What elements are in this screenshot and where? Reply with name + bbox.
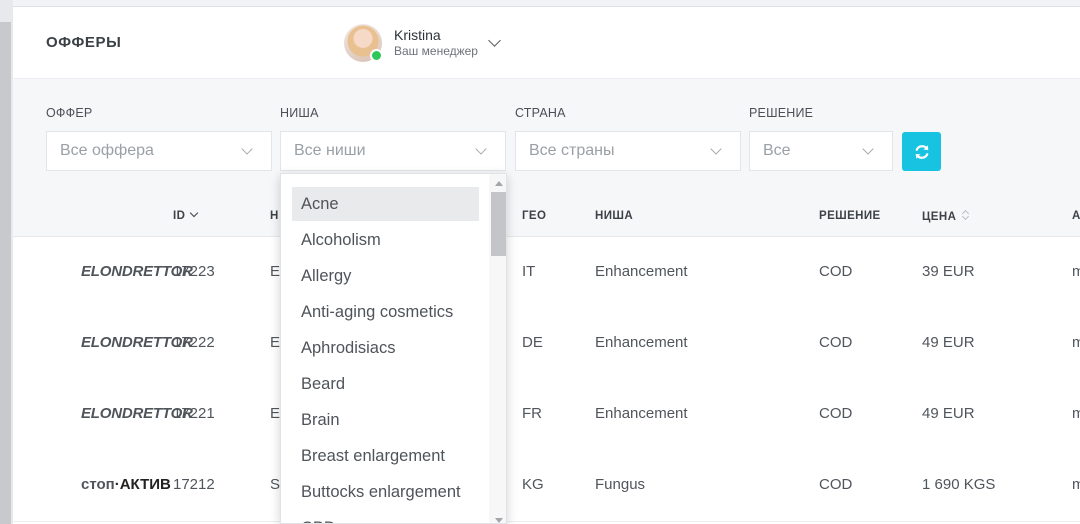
table-row[interactable]: ELONDRETTOR 17223 E IT Enhancement COD 3… (13, 237, 1080, 309)
manager-role: Ваш менеджер (394, 44, 478, 58)
scroll-down-icon[interactable] (495, 518, 503, 523)
offer-logo: стоп·АКТИВ (81, 476, 171, 493)
manager-info: Kristina Ваш менеджер (394, 27, 478, 59)
column-header-id[interactable]: ID (173, 208, 199, 222)
offer-logo: ELONDRETTOR (81, 263, 193, 280)
table-row[interactable]: стоп·АКТИВ 17212 S KG Fungus COD 1 690 K… (13, 450, 1080, 522)
offer-select-value: Все оффера (60, 142, 154, 159)
offer-decision: COD (819, 405, 853, 422)
offer-extra: m (1072, 405, 1080, 422)
offer-niche: Enhancement (595, 263, 688, 280)
dropdown-option[interactable]: Brain (292, 403, 479, 437)
offer-filter-label: ОФФЕР (46, 106, 93, 120)
offer-decision: COD (819, 476, 853, 493)
column-header-name[interactable]: Н (270, 210, 279, 222)
refresh-icon (915, 144, 928, 159)
column-header-price-label: ЦЕНА (922, 211, 957, 223)
offer-price: 39 EUR (922, 263, 975, 280)
offer-price: 1 690 KGS (922, 476, 996, 493)
manager-name: Kristina (394, 27, 441, 43)
dropdown-option[interactable]: Acne (292, 187, 479, 221)
offer-niche: Enhancement (595, 334, 688, 351)
table-header: ID Н ГЕО НИША РЕШЕНИЕ ЦЕНА А (13, 199, 1080, 237)
column-header-id-label: ID (173, 210, 186, 222)
table-row[interactable]: ELONDRETTOR 17222 E DE Enhancement COD 4… (13, 308, 1080, 380)
left-scrollbar-track[interactable] (0, 0, 13, 524)
niche-select[interactable]: Все ниши (280, 131, 506, 171)
offer-logo-part2: ·АКТИВ (114, 476, 171, 493)
offer-decision: COD (819, 334, 853, 351)
dropdown-option[interactable]: Breast enlargement (292, 439, 479, 473)
chevron-down-icon (862, 143, 874, 155)
offer-geo: KG (522, 476, 544, 493)
country-select[interactable]: Все страны (515, 131, 741, 171)
table-row[interactable]: ELONDRETTOR 17221 E FR Enhancement COD 4… (13, 379, 1080, 451)
top-border (0, 0, 1080, 7)
offer-niche: Fungus (595, 476, 646, 493)
niche-filter-label: НИША (280, 106, 319, 120)
offer-niche: Enhancement (595, 405, 688, 422)
offer-price: 49 EUR (922, 405, 975, 422)
refresh-button[interactable] (902, 132, 941, 171)
offer-geo: IT (522, 263, 536, 280)
offer-id: 17221 (173, 405, 215, 422)
page-header: ОФФЕРЫ Kristina Ваш менеджер (13, 7, 1080, 79)
decision-select-value: Все (763, 142, 791, 159)
offer-geo: FR (522, 405, 542, 422)
column-header-price[interactable]: ЦЕНА (922, 210, 970, 223)
dropdown-option[interactable]: Alcoholism (292, 223, 479, 257)
chevron-down-icon (475, 143, 487, 155)
offer-name[interactable]: E (270, 263, 280, 280)
column-header-decision[interactable]: РЕШЕНИЕ (819, 210, 881, 222)
offer-extra: m (1072, 263, 1080, 280)
offer-logo: ELONDRETTOR (81, 334, 193, 351)
scroll-up-icon[interactable] (495, 181, 503, 186)
dropdown-option[interactable]: CBD (292, 511, 479, 523)
offer-logo-part1: стоп (81, 476, 115, 493)
offer-select[interactable]: Все оффера (46, 131, 272, 171)
dropdown-option[interactable]: Anti-aging cosmetics (292, 295, 479, 329)
offer-name[interactable]: E (270, 334, 280, 351)
filters-bar: ОФФЕР Все оффера НИША Все ниши СТРАНА Вс… (13, 79, 1080, 199)
sort-icon (962, 210, 970, 220)
manager-menu[interactable]: Kristina Ваш менеджер (344, 23, 501, 63)
offer-logo: ELONDRETTOR (81, 405, 193, 422)
dropdown-scrollbar-thumb[interactable] (491, 192, 506, 256)
offer-geo: DE (522, 334, 543, 351)
offer-name[interactable]: S (270, 476, 280, 493)
column-header-extra[interactable]: А (1072, 210, 1080, 222)
decision-select[interactable]: Все (749, 131, 893, 171)
offer-id: 17223 (173, 263, 215, 280)
chevron-down-icon[interactable] (488, 33, 501, 47)
dropdown-option[interactable]: Allergy (292, 259, 479, 293)
country-select-value: Все страны (529, 142, 615, 159)
dropdown-option[interactable]: Beard (292, 367, 479, 401)
left-scrollbar-thumb[interactable] (0, 22, 11, 524)
offer-extra: m (1072, 476, 1080, 493)
dropdown-option[interactable]: Buttocks enlargement (292, 475, 479, 509)
offer-id: 17212 (173, 476, 215, 493)
offer-name[interactable]: E (270, 405, 280, 422)
decision-filter-label: РЕШЕНИЕ (749, 106, 814, 120)
offer-id: 17222 (173, 334, 215, 351)
online-status-icon (370, 49, 383, 62)
dropdown-option[interactable]: Aphrodisiacs (292, 331, 479, 365)
offer-extra: m (1072, 334, 1080, 351)
offer-price: 49 EUR (922, 334, 975, 351)
sort-desc-icon (190, 208, 199, 218)
page-title: ОФФЕРЫ (46, 34, 122, 51)
niche-dropdown-menu[interactable]: Acne Alcoholism Allergy Anti-aging cosme… (280, 173, 507, 524)
chevron-down-icon (241, 143, 253, 155)
column-header-niche[interactable]: НИША (595, 210, 633, 222)
offer-decision: COD (819, 263, 853, 280)
avatar (344, 24, 383, 62)
country-filter-label: СТРАНА (515, 106, 566, 120)
chevron-down-icon (710, 143, 722, 155)
niche-select-value: Все ниши (294, 142, 366, 159)
column-header-geo[interactable]: ГЕО (522, 210, 546, 222)
